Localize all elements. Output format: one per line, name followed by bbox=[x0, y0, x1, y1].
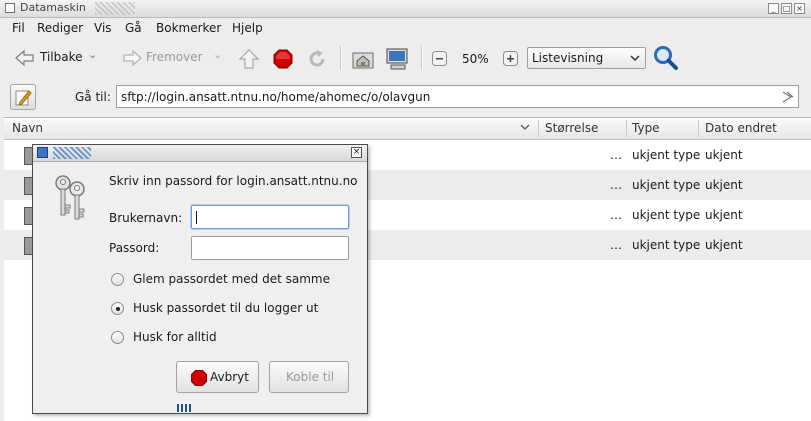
dialog-message: Skriv inn passord for login.ansatt.ntnu.… bbox=[109, 174, 358, 188]
cancel-button[interactable]: Avbryt bbox=[176, 361, 259, 393]
text-cursor bbox=[196, 211, 197, 224]
back-history-chevron-icon[interactable]: ⌄ bbox=[88, 48, 97, 61]
radio-remember-until-logout[interactable] bbox=[111, 302, 124, 315]
keys-icon bbox=[55, 175, 85, 220]
location-input[interactable]: sftp://login.ansatt.ntnu.no/home/ahomec/… bbox=[116, 85, 799, 108]
location-path: sftp://login.ansatt.ntnu.no/home/ahomec/… bbox=[121, 90, 431, 104]
option-forget-immediately[interactable]: Glem passordet med det samme bbox=[111, 271, 351, 289]
column-size[interactable]: Størrelse bbox=[545, 121, 598, 135]
sort-chevron-icon bbox=[520, 124, 530, 130]
forward-history-chevron-icon[interactable]: ⌄ bbox=[213, 48, 222, 61]
stop-icon[interactable] bbox=[273, 49, 293, 69]
computer-icon[interactable] bbox=[385, 47, 409, 71]
option-remember-forever[interactable]: Husk for alltid bbox=[111, 329, 351, 347]
row-type: ukjent type bbox=[632, 148, 701, 162]
goto-label: Gå til: bbox=[75, 90, 111, 104]
back-button[interactable]: Tilbake ⌄ bbox=[14, 47, 104, 69]
row-date: ukjent bbox=[705, 148, 743, 162]
option-remember-until-logout[interactable]: Husk passordet til du logger ut bbox=[111, 300, 351, 318]
username-field[interactable] bbox=[191, 205, 349, 229]
row-size: … bbox=[610, 178, 622, 192]
view-mode-value: Listevisning bbox=[532, 51, 604, 65]
connect-label: Koble til bbox=[286, 370, 335, 384]
cancel-label: Avbryt bbox=[210, 370, 249, 384]
window-title: Datamaskin bbox=[20, 1, 86, 14]
dialog-menu-icon[interactable] bbox=[37, 147, 48, 158]
password-dialog: × Skriv inn passord for login.ansatt.ntn… bbox=[32, 144, 368, 414]
dialog-bottom-decoration bbox=[177, 404, 191, 412]
password-label: Passord: bbox=[109, 241, 160, 255]
dialog-title-decoration bbox=[53, 147, 91, 159]
go-arrow-icon[interactable] bbox=[780, 90, 794, 104]
row-type: ukjent type bbox=[632, 178, 701, 192]
option-label: Glem passordet med det samme bbox=[133, 272, 330, 286]
maximize-button[interactable]: □ bbox=[781, 3, 792, 14]
username-label: Brukernavn: bbox=[109, 211, 183, 225]
close-icon[interactable]: × bbox=[351, 147, 362, 158]
back-label: Tilbake bbox=[40, 50, 83, 64]
window-menu-icon[interactable] bbox=[5, 3, 15, 13]
menu-go[interactable]: Gå bbox=[125, 21, 142, 35]
toolbar: Tilbake ⌄ Fremover ⌄ 50% bbox=[0, 40, 811, 76]
connect-button[interactable]: Koble til bbox=[269, 361, 349, 393]
close-window-button[interactable]: × bbox=[794, 3, 805, 14]
list-header: Navn Størrelse Type Dato endret bbox=[4, 118, 811, 140]
row-size: … bbox=[610, 238, 622, 252]
zoom-level: 50% bbox=[462, 52, 489, 66]
row-date: ukjent bbox=[705, 208, 743, 222]
back-arrow-icon bbox=[15, 49, 34, 67]
radio-dot bbox=[115, 306, 120, 311]
zoom-out-icon[interactable] bbox=[432, 51, 448, 67]
stop-icon bbox=[191, 370, 207, 386]
row-type: ukjent type bbox=[632, 208, 701, 222]
up-arrow-icon[interactable] bbox=[238, 48, 260, 70]
row-size: … bbox=[610, 148, 622, 162]
row-size: … bbox=[610, 208, 622, 222]
menu-bar: Fil Rediger Vis Gå Bokmerker Hjelp bbox=[0, 18, 811, 38]
column-name[interactable]: Navn bbox=[12, 121, 43, 135]
menu-bookmarks[interactable]: Bokmerker bbox=[156, 21, 221, 35]
menu-edit[interactable]: Rediger bbox=[37, 21, 83, 35]
edit-location-icon bbox=[15, 90, 32, 106]
column-type[interactable]: Type bbox=[632, 121, 660, 135]
search-icon[interactable] bbox=[653, 45, 679, 71]
home-icon[interactable] bbox=[352, 48, 374, 70]
row-date: ukjent bbox=[705, 238, 743, 252]
dialog-title-bar: × bbox=[33, 145, 367, 162]
menu-view[interactable]: Vis bbox=[94, 21, 112, 35]
minimize-button[interactable]: _ bbox=[768, 3, 779, 14]
column-date[interactable]: Dato endret bbox=[705, 121, 777, 135]
zoom-in-icon[interactable] bbox=[503, 51, 519, 67]
title-bar: Datamaskin _ □ × bbox=[0, 0, 811, 18]
edit-location-button[interactable] bbox=[10, 84, 36, 110]
radio-remember-forever[interactable] bbox=[111, 331, 124, 344]
menu-help[interactable]: Hjelp bbox=[232, 21, 263, 35]
row-type: ukjent type bbox=[632, 238, 701, 252]
radio-forget-immediately[interactable] bbox=[111, 273, 124, 286]
forward-label: Fremover bbox=[146, 50, 203, 64]
forward-button[interactable]: Fremover ⌄ bbox=[119, 47, 227, 69]
row-date: ukjent bbox=[705, 178, 743, 192]
view-mode-select[interactable]: Listevisning bbox=[527, 47, 646, 69]
title-bar-decoration bbox=[95, 2, 135, 15]
option-label: Husk passordet til du logger ut bbox=[133, 301, 319, 315]
reload-icon[interactable] bbox=[306, 48, 328, 70]
chevron-down-icon bbox=[630, 55, 640, 62]
forward-arrow-icon bbox=[123, 49, 142, 67]
option-label: Husk for alltid bbox=[133, 330, 217, 344]
menu-file[interactable]: Fil bbox=[12, 21, 25, 35]
password-field[interactable] bbox=[191, 236, 349, 260]
